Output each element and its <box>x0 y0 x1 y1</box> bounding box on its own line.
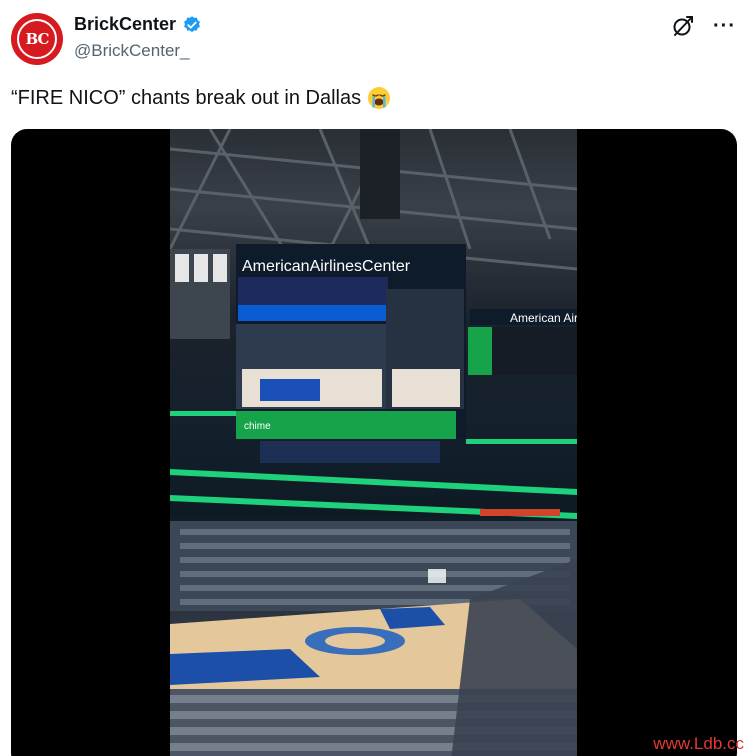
verified-badge-icon[interactable] <box>182 15 202 35</box>
media-container[interactable]: AmericanAirlinesCenter chime American Ai… <box>11 129 737 756</box>
tweet-card: BC BrickCenter @BrickCenter_ ··· “FIRE N… <box>0 0 750 756</box>
side-scoreboard: American Airlines <box>468 309 577 375</box>
tweet-text-body: “FIRE NICO” chants break out in Dallas <box>11 86 362 109</box>
arena-sign-text: AmericanAirlinesCenter <box>242 258 411 275</box>
more-icon[interactable]: ··· <box>713 14 736 38</box>
grok-icon[interactable] <box>671 14 695 38</box>
arena-scene: AmericanAirlinesCenter chime American Ai… <box>170 129 577 756</box>
avatar-ring: BC <box>17 19 57 59</box>
tweet-text: “FIRE NICO” chants break out in Dallas <box>11 86 391 110</box>
display-name[interactable]: BrickCenter <box>74 14 176 35</box>
video-player[interactable]: AmericanAirlinesCenter chime American Ai… <box>170 129 577 756</box>
jumbotron: AmericanAirlinesCenter chime <box>236 244 466 463</box>
watermark: www.Ldb.cc <box>653 734 744 753</box>
author-name-row: BrickCenter <box>74 14 202 35</box>
avatar-logo-text: BC <box>25 30 50 48</box>
author-handle[interactable]: @BrickCenter_ <box>74 41 190 61</box>
ad-brand-text: chime <box>244 421 271 432</box>
avatar[interactable]: BC <box>11 13 63 65</box>
crying-face-emoji <box>367 86 391 110</box>
side-sign-text: American Airlines <box>510 311 577 325</box>
tweet-actions-top: ··· <box>671 14 736 38</box>
